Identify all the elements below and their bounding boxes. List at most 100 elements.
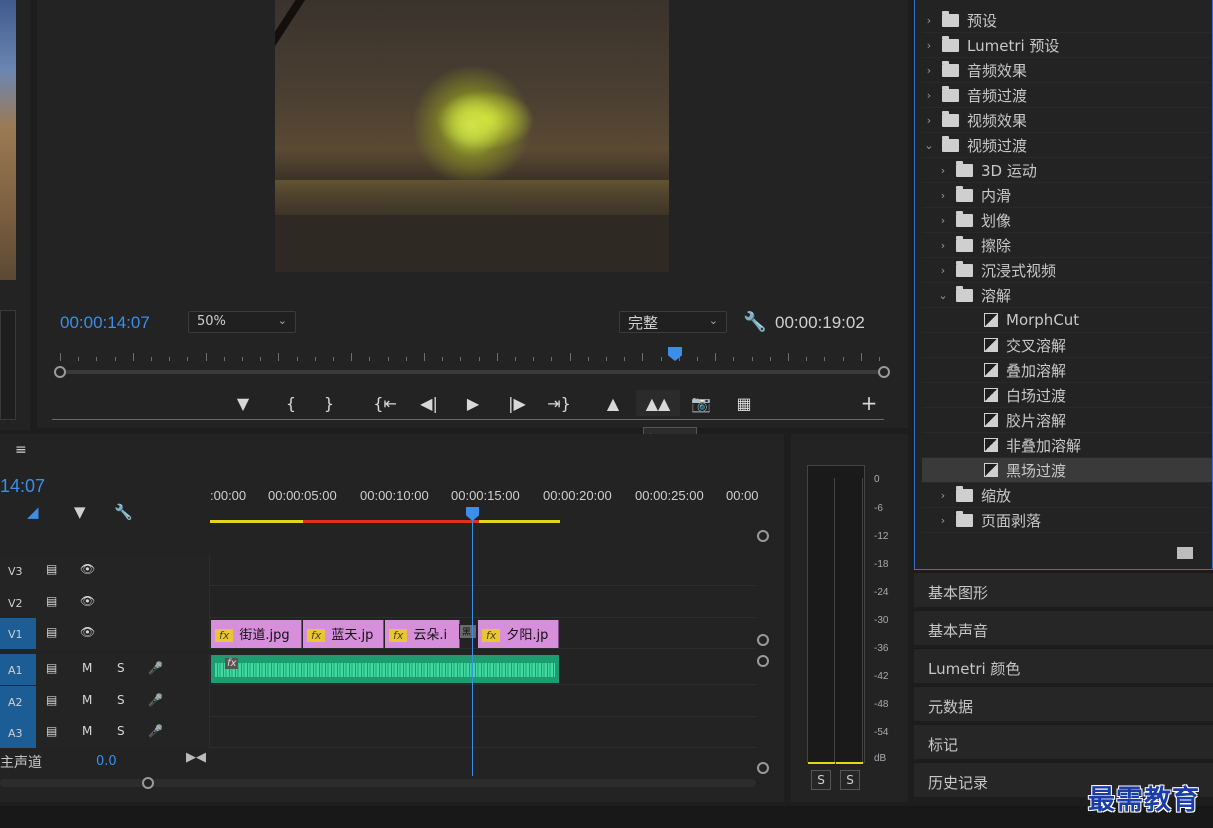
- wrench-icon[interactable]: 🔧: [743, 310, 767, 333]
- program-video-frame[interactable]: [275, 0, 669, 272]
- sync-lock-icon[interactable]: ▤: [46, 661, 57, 675]
- effects-folder-item[interactable]: › 沉浸式视频: [922, 258, 1212, 283]
- solo-toggle[interactable]: S: [117, 724, 125, 738]
- timeline-horizontal-scrollbar[interactable]: [0, 779, 756, 787]
- effects-folder-item[interactable]: › 内滑: [922, 183, 1212, 208]
- chevron-right-icon[interactable]: ›: [936, 239, 950, 252]
- effects-folder-item[interactable]: › 视频效果: [922, 108, 1212, 133]
- effects-folder-item[interactable]: › 预设: [922, 8, 1212, 33]
- effects-folder-item[interactable]: ⌄ 视频过渡: [922, 133, 1212, 158]
- transition-badge[interactable]: 黑: [459, 624, 477, 639]
- lift-icon[interactable]: ▲: [598, 390, 628, 416]
- effects-folder-item[interactable]: › 音频过渡: [922, 83, 1212, 108]
- timeline-ruler[interactable]: :00:00 00:00:05:00 00:00:10:00 00:00:15:…: [210, 488, 759, 518]
- add-marker-icon[interactable]: ▼: [74, 503, 86, 521]
- effects-folder-item[interactable]: › 音频效果: [922, 58, 1212, 83]
- panel-tab-essential-sound[interactable]: 基本声音: [914, 610, 1213, 645]
- effects-transition-item[interactable]: 非叠加溶解: [922, 433, 1212, 458]
- step-forward-icon[interactable]: |▶: [502, 390, 532, 416]
- effects-folder-item[interactable]: › 3D 运动: [922, 158, 1212, 183]
- effects-transition-item[interactable]: 交叉溶解: [922, 333, 1212, 358]
- microphone-icon[interactable]: 🎤: [148, 724, 163, 738]
- vertical-scroll-handle[interactable]: [757, 530, 769, 542]
- sync-lock-icon[interactable]: ▤: [46, 562, 57, 576]
- go-to-out-icon[interactable]: ⇥}: [544, 390, 574, 416]
- effects-transition-item[interactable]: 叠加溶解: [922, 358, 1212, 383]
- extract-icon[interactable]: ▲▲: [636, 390, 680, 416]
- meter-solo-right[interactable]: S: [840, 770, 860, 790]
- meter-solo-left[interactable]: S: [811, 770, 831, 790]
- chevron-right-icon[interactable]: ›: [936, 164, 950, 177]
- mute-toggle[interactable]: M: [82, 661, 92, 675]
- chevron-right-icon[interactable]: ›: [922, 89, 936, 102]
- effects-folder-item[interactable]: › 擦除: [922, 233, 1212, 258]
- mark-out-icon[interactable]: }: [314, 390, 344, 416]
- new-bin-icon[interactable]: [1177, 547, 1193, 559]
- program-zoom-scrollbar[interactable]: [60, 370, 884, 374]
- track-name[interactable]: V3: [0, 555, 36, 586]
- playhead-timecode[interactable]: 00:00:14:07: [60, 313, 150, 333]
- go-to-in-icon[interactable]: {⇤: [370, 390, 400, 416]
- play-icon[interactable]: ▶: [458, 390, 488, 416]
- bowtie-icon[interactable]: ▶◀: [186, 750, 206, 765]
- snap-icon[interactable]: ◢: [27, 503, 39, 521]
- sync-lock-icon[interactable]: ▤: [46, 693, 57, 707]
- effects-transition-item[interactable]: 白场过渡: [922, 383, 1212, 408]
- solo-toggle[interactable]: S: [117, 661, 125, 675]
- video-clip[interactable]: fx 夕阳.jp: [478, 620, 559, 648]
- scroll-handle-right[interactable]: [878, 366, 890, 378]
- chevron-right-icon[interactable]: ›: [922, 39, 936, 52]
- panel-tab-metadata[interactable]: 元数据: [914, 686, 1213, 721]
- chevron-right-icon[interactable]: ›: [936, 214, 950, 227]
- vertical-scroll-handle[interactable]: [757, 762, 769, 774]
- sync-lock-icon[interactable]: ▤: [46, 724, 57, 738]
- step-back-icon[interactable]: ◀|: [414, 390, 444, 416]
- chevron-right-icon[interactable]: ›: [936, 189, 950, 202]
- chevron-right-icon[interactable]: ›: [936, 514, 950, 527]
- effects-folder-item[interactable]: › Lumetri 预设: [922, 33, 1212, 58]
- sync-lock-icon[interactable]: ▤: [46, 594, 57, 608]
- panel-tab-lumetri-color[interactable]: Lumetri 颜色: [914, 648, 1213, 683]
- chevron-right-icon[interactable]: ›: [936, 264, 950, 277]
- master-volume-value[interactable]: 0.0: [96, 754, 117, 769]
- audio-clip[interactable]: fx: [211, 655, 559, 683]
- chevron-right-icon[interactable]: ›: [922, 14, 936, 27]
- panel-menu-icon[interactable]: ≡: [15, 442, 27, 458]
- program-time-ruler[interactable]: [52, 345, 884, 365]
- effects-transition-item[interactable]: 胶片溶解: [922, 408, 1212, 433]
- solo-toggle[interactable]: S: [117, 693, 125, 707]
- effects-transition-item[interactable]: MorphCut: [922, 308, 1212, 333]
- track-name[interactable]: V2: [0, 587, 36, 618]
- add-button-icon[interactable]: +: [854, 390, 884, 416]
- chevron-right-icon[interactable]: ›: [936, 489, 950, 502]
- track-name[interactable]: A3: [0, 717, 36, 748]
- mute-toggle[interactable]: M: [82, 693, 92, 707]
- effects-folder-item[interactable]: ⌄ 溶解: [922, 283, 1212, 308]
- scroll-handle-left[interactable]: [54, 366, 66, 378]
- effects-folder-item[interactable]: › 划像: [922, 208, 1212, 233]
- timeline-settings-wrench-icon[interactable]: 🔧: [114, 503, 133, 521]
- mute-toggle[interactable]: M: [82, 724, 92, 738]
- eye-icon[interactable]: 👁: [80, 594, 95, 608]
- eye-icon[interactable]: 👁: [80, 625, 95, 639]
- compare-icon[interactable]: ▦: [729, 390, 759, 416]
- chevron-down-icon[interactable]: ⌄: [922, 139, 936, 152]
- effects-transition-item[interactable]: 黑场过渡: [922, 458, 1212, 483]
- playback-resolution-dropdown[interactable]: 完整 ⌄: [619, 311, 727, 333]
- video-clip[interactable]: fx 街道.jpg: [211, 620, 302, 648]
- zoom-level-dropdown[interactable]: 50% ⌄: [188, 311, 296, 333]
- mark-in-icon[interactable]: {: [276, 390, 306, 416]
- track-name[interactable]: A1: [0, 654, 36, 685]
- vertical-scroll-handle[interactable]: [757, 634, 769, 646]
- video-clip[interactable]: fx 云朵.i: [385, 620, 460, 648]
- microphone-icon[interactable]: 🎤: [148, 693, 163, 707]
- chevron-right-icon[interactable]: ›: [922, 114, 936, 127]
- add-marker-icon[interactable]: ▼: [228, 390, 258, 416]
- microphone-icon[interactable]: 🎤: [148, 661, 163, 675]
- chevron-down-icon[interactable]: ⌄: [936, 289, 950, 302]
- effects-folder-item[interactable]: › 缩放: [922, 483, 1212, 508]
- chevron-right-icon[interactable]: ›: [922, 64, 936, 77]
- track-name[interactable]: V1: [0, 618, 36, 649]
- scroll-handle[interactable]: [142, 777, 154, 789]
- sync-lock-icon[interactable]: ▤: [46, 625, 57, 639]
